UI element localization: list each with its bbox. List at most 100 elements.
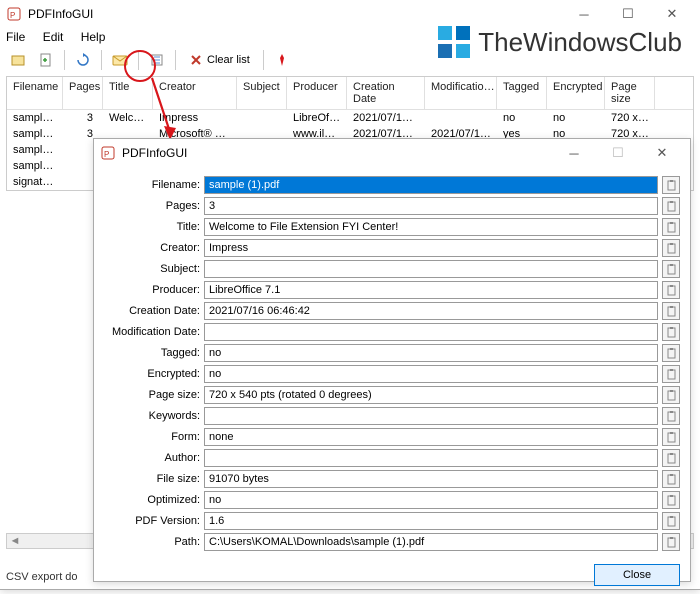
scroll-left-icon[interactable]: ◄	[7, 534, 23, 548]
detail-label: Path:	[104, 536, 200, 548]
info-button[interactable]	[108, 48, 132, 72]
clipboard-icon[interactable]	[662, 386, 680, 404]
detail-value[interactable]: no	[204, 344, 658, 362]
refresh-button[interactable]	[71, 48, 95, 72]
add-file-button[interactable]	[34, 48, 58, 72]
detail-label: Tagged:	[104, 347, 200, 359]
detail-row: Filename: sample (1).pdf	[104, 175, 680, 195]
detail-value[interactable]: C:\Users\KOMAL\Downloads\sample (1).pdf	[204, 533, 658, 551]
clipboard-icon[interactable]	[662, 197, 680, 215]
clear-list-button[interactable]: Clear list	[182, 48, 257, 72]
detail-label: Subject:	[104, 263, 200, 275]
col-producer[interactable]: Producer	[287, 77, 347, 109]
clipboard-icon[interactable]	[662, 302, 680, 320]
detail-label: File size:	[104, 473, 200, 485]
cell: 3	[63, 110, 103, 126]
detail-value[interactable]: sample (1).pdf	[204, 176, 658, 194]
col-mod-date[interactable]: Modificatio…	[425, 77, 497, 109]
col-tagged[interactable]: Tagged	[497, 77, 547, 109]
detail-close-button[interactable]: ✕	[640, 140, 684, 166]
detail-value[interactable]: no	[204, 365, 658, 383]
menu-file[interactable]: File	[6, 30, 25, 44]
col-title[interactable]: Title	[103, 77, 153, 109]
clipboard-icon[interactable]	[662, 323, 680, 341]
col-creation-date[interactable]: Creation Date	[347, 77, 425, 109]
detail-value[interactable]: Welcome to File Extension FYI Center!	[204, 218, 658, 236]
clipboard-icon[interactable]	[662, 239, 680, 257]
separator	[175, 50, 176, 70]
clipboard-icon[interactable]	[662, 281, 680, 299]
brand: TheWindowsClub	[436, 24, 682, 60]
clear-list-label: Clear list	[207, 54, 250, 66]
detail-value[interactable]: Impress	[204, 239, 658, 257]
detail-row: PDF Version: 1.6	[104, 511, 680, 531]
detail-value[interactable]: 2021/07/16 06:46:42	[204, 302, 658, 320]
brand-logo-icon	[436, 24, 472, 60]
detail-row: Creator:Impress	[104, 238, 680, 258]
detail-dialog: P PDFInfoGUI ─ ☐ ✕ Filename: sample (1).p…	[93, 138, 691, 582]
cell: 720 x 5…	[605, 110, 655, 126]
detail-value[interactable]: 720 x 540 pts (rotated 0 degrees)	[204, 386, 658, 404]
clipboard-icon[interactable]	[662, 260, 680, 278]
clipboard-icon[interactable]	[662, 344, 680, 362]
detail-value[interactable]: LibreOffice 7.1	[204, 281, 658, 299]
clipboard-icon[interactable]	[662, 449, 680, 467]
menu-edit[interactable]: Edit	[43, 30, 64, 44]
table-row[interactable]: sample …3Welco…ImpressLibreOf…2021/07/1……	[7, 110, 693, 126]
brand-text: TheWindowsClub	[478, 27, 682, 58]
status-bar: CSV export do	[6, 571, 78, 583]
col-filename[interactable]: Filename	[7, 77, 63, 109]
detail-minimize-button[interactable]: ─	[552, 140, 596, 166]
clipboard-icon[interactable]	[662, 428, 680, 446]
clipboard-icon[interactable]	[662, 176, 680, 194]
col-pages[interactable]: Pages	[63, 77, 103, 109]
detail-label: Filename:	[104, 179, 200, 191]
clipboard-icon[interactable]	[662, 365, 680, 383]
clipboard-icon[interactable]	[662, 491, 680, 509]
detail-value[interactable]	[204, 323, 658, 341]
cell	[425, 110, 497, 126]
detail-row: Tagged: no	[104, 343, 680, 363]
cell: LibreOf…	[287, 110, 347, 126]
detail-label: Page size:	[104, 389, 200, 401]
svg-text:P: P	[104, 150, 109, 159]
clipboard-icon[interactable]	[662, 470, 680, 488]
menu-help[interactable]: Help	[81, 30, 106, 44]
col-subject[interactable]: Subject	[237, 77, 287, 109]
col-creator[interactable]: Creator	[153, 77, 237, 109]
detail-row: Path: C:\Users\KOMAL\Downloads\sample (1)…	[104, 532, 680, 552]
detail-value[interactable]	[204, 449, 658, 467]
detail-row: Creation Date:2021/07/16 06:46:42	[104, 301, 680, 321]
detail-value[interactable]: no	[204, 491, 658, 509]
detail-body: Filename: sample (1).pdf Pages:3Title:Welc…	[94, 167, 690, 558]
clipboard-icon[interactable]	[662, 407, 680, 425]
cell: Welco…	[103, 110, 153, 126]
detail-label: PDF Version:	[104, 515, 200, 527]
detail-row: File size: 91070 bytes	[104, 469, 680, 489]
detail-value[interactable]	[204, 260, 658, 278]
col-pagesize[interactable]: Page size	[605, 77, 655, 109]
cell: Impress	[153, 110, 237, 126]
detail-title: PDFInfoGUI	[122, 146, 552, 160]
detail-value[interactable]: 3	[204, 197, 658, 215]
pin-button[interactable]	[270, 48, 294, 72]
detail-row: Page size: 720 x 540 pts (rotated 0 degre…	[104, 385, 680, 405]
detail-value[interactable]: 1.6	[204, 512, 658, 530]
cell: signatur…	[7, 174, 63, 190]
grid-header: Filename Pages Title Creator Subject Pro…	[7, 77, 693, 110]
cell: no	[547, 110, 605, 126]
detail-maximize-button: ☐	[596, 140, 640, 166]
col-encrypted[interactable]: Encrypted	[547, 77, 605, 109]
detail-row: Title:Welcome to File Extension FYI Cent…	[104, 217, 680, 237]
detail-value[interactable]: 91070 bytes	[204, 470, 658, 488]
detail-value[interactable]	[204, 407, 658, 425]
detail-row: Pages:3	[104, 196, 680, 216]
detail-value[interactable]: none	[204, 428, 658, 446]
detail-titlebar: P PDFInfoGUI ─ ☐ ✕	[94, 139, 690, 167]
close-button[interactable]: Close	[594, 564, 680, 586]
export-button[interactable]	[145, 48, 169, 72]
clipboard-icon[interactable]	[662, 533, 680, 551]
clipboard-icon[interactable]	[662, 512, 680, 530]
clipboard-icon[interactable]	[662, 218, 680, 236]
open-file-button[interactable]	[6, 48, 30, 72]
